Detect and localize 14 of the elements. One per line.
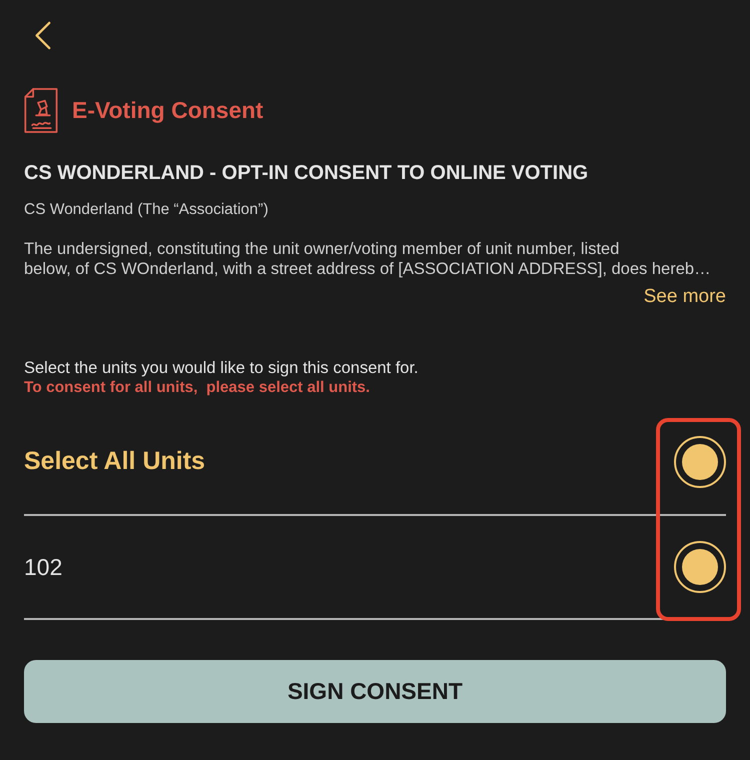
radio-button[interactable] xyxy=(674,436,726,488)
document-body-text: The undersigned, constituting the unit owner/voting member of unit number, listed below, of CS WOnderland, with a street address of [ASSOCIATION ADDRESS], does hereb… xyxy=(24,239,712,279)
radio-button[interactable] xyxy=(674,541,726,593)
see-more-link[interactable]: See more xyxy=(644,285,726,309)
sign-consent-button[interactable]: SIGN CONSENT xyxy=(24,660,726,723)
select-all-label: Select All Units xyxy=(24,446,206,478)
instruction-text: Select the units you would like to sign this consent for. xyxy=(24,358,420,378)
warning-text: To consent for all units, please select all units. xyxy=(24,378,371,397)
document-heading: CS WONDERLAND - OPT-IN CONSENT TO ONLINE VOTING xyxy=(24,161,590,185)
page-title: E-Voting Consent xyxy=(72,96,264,126)
back-chevron-icon xyxy=(34,20,52,50)
unit-number: 102 xyxy=(24,552,62,582)
document-subtitle: CS Wonderland (The “Association”) xyxy=(24,200,270,220)
signed-document-icon xyxy=(24,88,58,133)
